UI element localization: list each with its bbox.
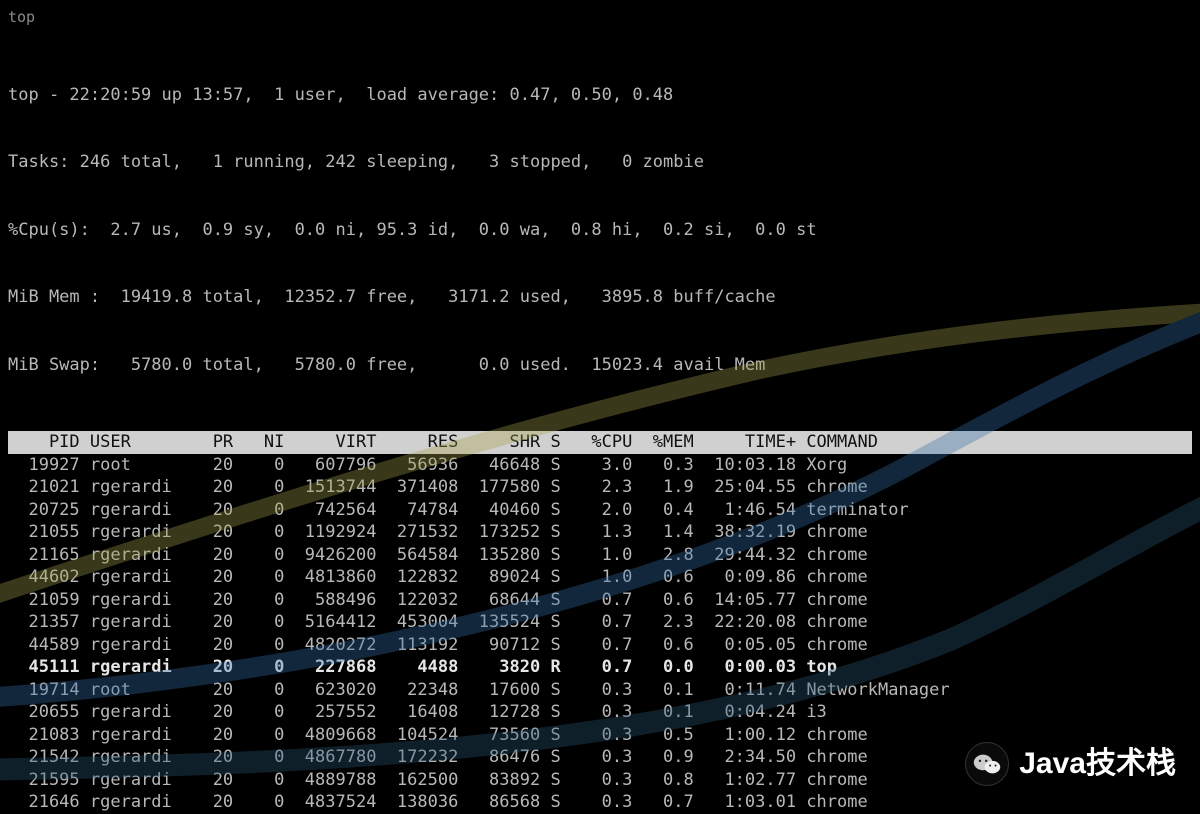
process-row[interactable]: 21021 rgerardi 20 0 1513744 371408 17758… [8, 476, 1192, 499]
process-row[interactable]: 44602 rgerardi 20 0 4813860 122832 89024… [8, 566, 1192, 589]
process-row[interactable]: 44589 rgerardi 20 0 4820272 113192 90712… [8, 634, 1192, 657]
wechat-icon [965, 742, 1009, 786]
process-row[interactable]: 21059 rgerardi 20 0 588496 122032 68644 … [8, 589, 1192, 612]
process-row[interactable]: 21646 rgerardi 20 0 4837524 138036 86568… [8, 791, 1192, 814]
window-title: top [8, 6, 1192, 29]
summary-uptime: top - 22:20:59 up 13:57, 1 user, load av… [8, 84, 1192, 107]
summary-tasks: Tasks: 246 total, 1 running, 242 sleepin… [8, 151, 1192, 174]
process-row[interactable]: 45111 rgerardi 20 0 227868 4488 3820 R 0… [8, 656, 1192, 679]
watermark: Java技术栈 [965, 742, 1176, 786]
summary-mem: MiB Mem : 19419.8 total, 12352.7 free, 3… [8, 286, 1192, 309]
summary-swap: MiB Swap: 5780.0 total, 5780.0 free, 0.0… [8, 354, 1192, 377]
process-row[interactable]: 19714 root 20 0 623020 22348 17600 S 0.3… [8, 679, 1192, 702]
watermark-text: Java技术栈 [1019, 753, 1176, 776]
process-row[interactable]: 21357 rgerardi 20 0 5164412 453004 13552… [8, 611, 1192, 634]
terminal-window[interactable]: top top - 22:20:59 up 13:57, 1 user, loa… [0, 0, 1200, 814]
process-row[interactable]: 21055 rgerardi 20 0 1192924 271532 17325… [8, 521, 1192, 544]
process-row[interactable]: 19927 root 20 0 607796 56936 46648 S 3.0… [8, 454, 1192, 477]
summary-cpu: %Cpu(s): 2.7 us, 0.9 sy, 0.0 ni, 95.3 id… [8, 219, 1192, 242]
process-table-header: PID USER PR NI VIRT RES SHR S %CPU %MEM … [8, 431, 1192, 454]
process-row[interactable]: 20655 rgerardi 20 0 257552 16408 12728 S… [8, 701, 1192, 724]
top-summary: top - 22:20:59 up 13:57, 1 user, load av… [8, 39, 1192, 422]
process-row[interactable]: 20725 rgerardi 20 0 742564 74784 40460 S… [8, 499, 1192, 522]
process-row[interactable]: 21165 rgerardi 20 0 9426200 564584 13528… [8, 544, 1192, 567]
